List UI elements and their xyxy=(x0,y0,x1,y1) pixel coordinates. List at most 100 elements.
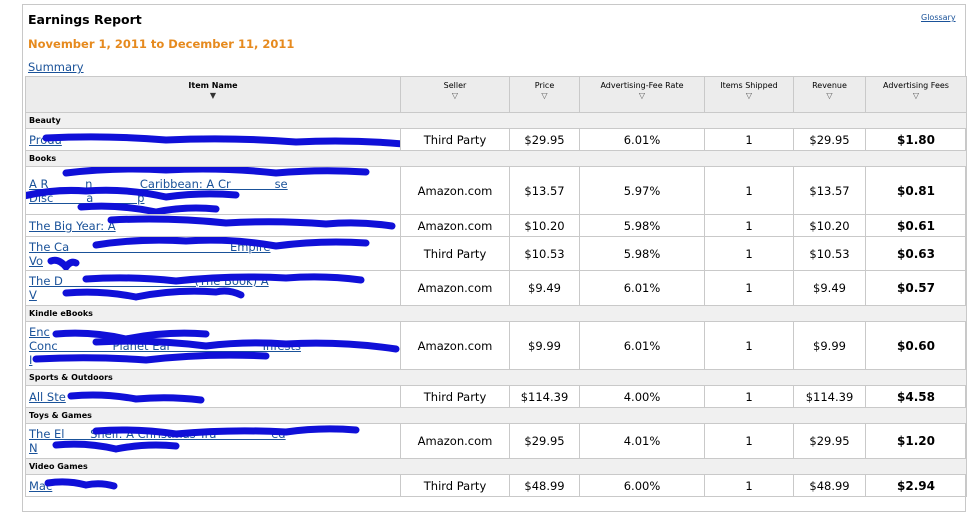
table-row: The Ca Empire Vo Third Party $10.53 5.98% 1 $… xyxy=(25,236,967,271)
item-name-cell: All Ste xyxy=(25,385,401,408)
column-header-revenue[interactable]: Revenue ▽ xyxy=(793,76,866,113)
item-link[interactable]: The El Shelf: A Christmas Tra ed N xyxy=(29,427,286,455)
category-row: Toys & Games xyxy=(25,407,967,424)
price-cell: $9.99 xyxy=(509,321,580,370)
fee-rate-cell: 5.97% xyxy=(579,166,705,215)
items-shipped-cell: 1 xyxy=(704,321,794,370)
column-header-fee-rate[interactable]: Advertising-Fee Rate ▽ xyxy=(579,76,705,113)
category-label: Kindle eBooks xyxy=(25,305,967,322)
seller-cell: Amazon.com xyxy=(400,423,510,459)
item-link[interactable]: All Ste xyxy=(29,390,66,404)
category-label: Sports & Outdoors xyxy=(25,369,967,386)
price-cell: $13.57 xyxy=(509,166,580,215)
seller-cell: Amazon.com xyxy=(400,214,510,237)
item-link[interactable]: Produ xyxy=(29,133,62,147)
items-shipped-cell: 1 xyxy=(704,385,794,408)
items-shipped-cell: 1 xyxy=(704,128,794,151)
items-shipped-cell: 1 xyxy=(704,214,794,237)
advertising-fees-cell: $1.80 xyxy=(865,128,967,151)
advertising-fees-cell: $4.58 xyxy=(865,385,967,408)
redaction-stroke xyxy=(47,256,80,270)
item-link[interactable]: Mac xyxy=(29,479,52,493)
item-name-cell: Enc Conc Planet Ear Infests I xyxy=(25,321,401,370)
item-name-cell: Produ xyxy=(25,128,401,151)
table-row: The Big Year: A Amazon.com $10.20 5.98% 1 $10… xyxy=(25,214,967,237)
fee-rate-cell: 6.01% xyxy=(579,321,705,370)
date-range: November 1, 2011 to December 11, 2011 xyxy=(28,37,295,51)
fee-rate-cell: 6.01% xyxy=(579,128,705,151)
seller-cell: Amazon.com xyxy=(400,270,510,306)
earnings-table: Item Name ▼ Seller ▽ Price ▽ Advertising-Fe… xyxy=(25,76,967,497)
redaction-scribble xyxy=(67,391,205,404)
advertising-fees-cell: $0.61 xyxy=(865,214,967,237)
item-link[interactable]: The D (The Book) A V xyxy=(29,274,269,302)
items-shipped-cell: 1 xyxy=(704,236,794,271)
table-row: Mac Third Party $48.99 6.00% 1 $48.99 $2.94 xyxy=(25,474,967,497)
redaction-stroke xyxy=(32,351,270,364)
revenue-cell: $9.99 xyxy=(793,321,866,370)
column-header-items-shipped[interactable]: Items Shipped ▽ xyxy=(704,76,794,113)
category-label: Books xyxy=(25,150,967,167)
category-row: Books xyxy=(25,150,967,167)
category-row: Kindle eBooks xyxy=(25,305,967,322)
category-row: Video Games xyxy=(25,458,967,475)
fee-rate-cell: 4.00% xyxy=(579,385,705,408)
sort-desc-icon: ▼ xyxy=(209,91,217,100)
table-row: Produ Third Party $29.95 6.01% 1 $29.95 $1.80 xyxy=(25,128,967,151)
column-header-price[interactable]: Price ▽ xyxy=(509,76,580,113)
sort-icon: ▽ xyxy=(541,91,548,100)
seller-cell: Amazon.com xyxy=(400,166,510,215)
item-link[interactable]: A R n Caribbean: A Cr se Disc a p xyxy=(29,177,288,205)
table-row: The D (The Book) A V Amazon.com $9.49 6.01%… xyxy=(25,270,967,306)
column-header-advertising-fees[interactable]: Advertising Fees ▽ xyxy=(865,76,967,113)
price-cell: $10.53 xyxy=(509,236,580,271)
price-cell: $29.95 xyxy=(509,423,580,459)
redaction-stroke xyxy=(107,215,396,230)
glossary-link[interactable]: Glossary xyxy=(921,13,956,22)
redaction-stroke xyxy=(52,440,180,453)
advertising-fees-cell: $0.60 xyxy=(865,321,967,370)
redaction-scribble xyxy=(44,478,118,490)
revenue-cell: $10.20 xyxy=(793,214,866,237)
table-row: A R n Caribbean: A Cr se Disc a p Amazon.… xyxy=(25,166,967,215)
advertising-fees-cell: $0.81 xyxy=(865,166,967,215)
item-name-cell: The Ca Empire Vo xyxy=(25,236,401,271)
revenue-cell: $48.99 xyxy=(793,474,866,497)
advertising-fees-cell: $1.20 xyxy=(865,423,967,459)
price-cell: $10.20 xyxy=(509,214,580,237)
price-cell: $114.39 xyxy=(509,385,580,408)
price-cell: $9.49 xyxy=(509,270,580,306)
sort-icon: ▽ xyxy=(826,91,833,100)
item-name-cell: Mac xyxy=(25,474,401,497)
redaction-stroke xyxy=(42,133,400,148)
column-header-item-name[interactable]: Item Name ▼ xyxy=(25,76,401,113)
fee-rate-cell: 4.01% xyxy=(579,423,705,459)
redaction-stroke xyxy=(62,287,245,301)
redaction-stroke xyxy=(44,478,118,490)
seller-cell: Third Party xyxy=(400,385,510,408)
column-header-seller[interactable]: Seller ▽ xyxy=(400,76,510,113)
fee-rate-cell: 5.98% xyxy=(579,236,705,271)
redaction-stroke xyxy=(67,391,205,404)
item-link[interactable]: The Big Year: A xyxy=(29,219,116,233)
price-cell: $29.95 xyxy=(509,128,580,151)
category-label: Beauty xyxy=(25,112,967,129)
table-header-row: Item Name ▼ Seller ▽ Price ▽ Advertising-Fe… xyxy=(25,76,967,113)
items-shipped-cell: 1 xyxy=(704,270,794,306)
revenue-cell: $10.53 xyxy=(793,236,866,271)
item-link[interactable]: Enc Conc Planet Ear Infests I xyxy=(29,325,301,367)
redaction-scribble xyxy=(42,133,400,148)
seller-cell: Amazon.com xyxy=(400,321,510,370)
revenue-cell: $13.57 xyxy=(793,166,866,215)
table-row: All Ste Third Party $114.39 4.00% 1 $114.39 $4… xyxy=(25,385,967,408)
summary-link[interactable]: Summary xyxy=(28,60,84,74)
item-link[interactable]: The Ca Empire Vo xyxy=(29,240,270,268)
advertising-fees-cell: $2.94 xyxy=(865,474,967,497)
seller-cell: Third Party xyxy=(400,474,510,497)
sort-icon: ▽ xyxy=(451,91,459,100)
fee-rate-cell: 6.01% xyxy=(579,270,705,306)
sort-icon: ▽ xyxy=(638,91,646,100)
items-shipped-cell: 1 xyxy=(704,166,794,215)
seller-cell: Third Party xyxy=(400,128,510,151)
redaction-stroke xyxy=(62,167,370,177)
